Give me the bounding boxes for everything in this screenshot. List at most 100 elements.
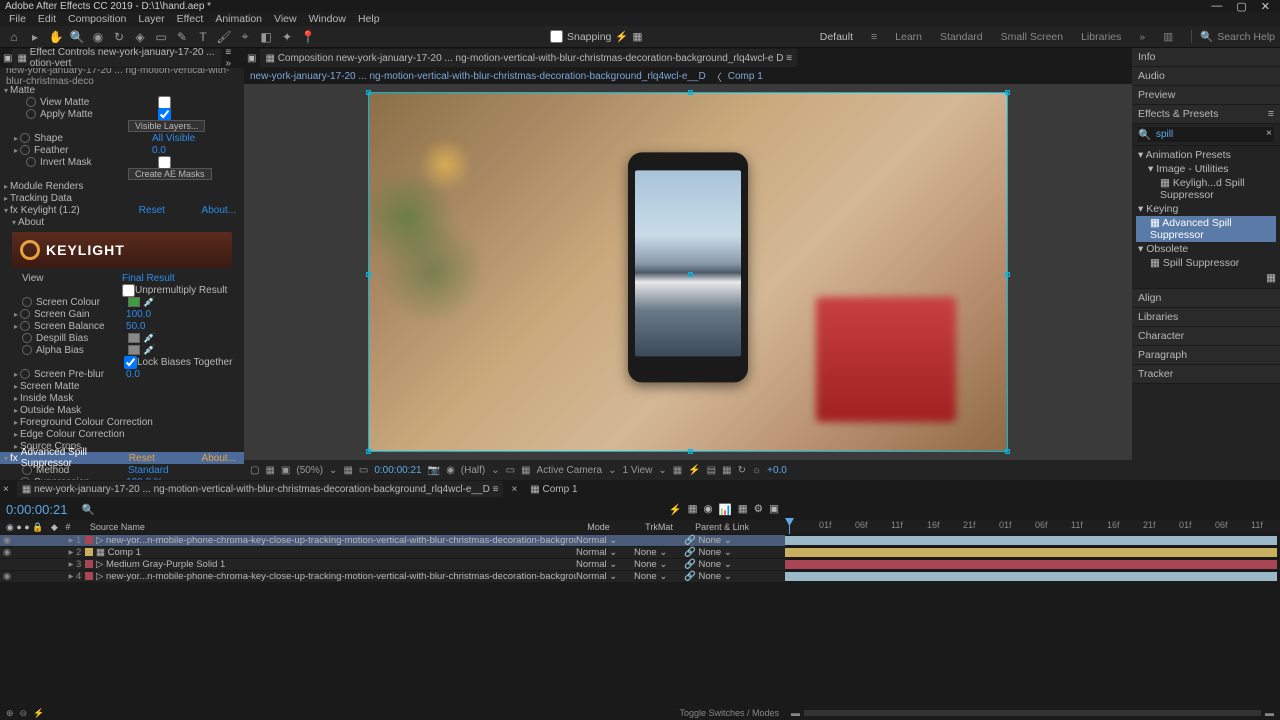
unpremultiply-checkbox[interactable] — [122, 284, 135, 297]
timeline-layer[interactable]: ▸ 3 ▷ Medium Gray-Purple Solid 1 Normal … — [0, 558, 1280, 570]
zoom-in-icon[interactable]: ⊕ — [6, 708, 14, 719]
res-chevron-icon[interactable]: ⌄ — [491, 465, 499, 476]
effects-presets-header[interactable]: Effects & Presets≡ — [1132, 105, 1280, 124]
layer-bar[interactable] — [785, 536, 1277, 545]
view-dropdown[interactable]: Final Result — [122, 273, 175, 284]
anchor-tool[interactable]: ◈ — [131, 28, 149, 46]
stopwatch-icon[interactable] — [20, 145, 30, 155]
shape-dropdown[interactable]: All Visible — [152, 133, 195, 144]
help-search[interactable]: 🔍 Search Help — [1191, 30, 1275, 43]
flowchart-icon[interactable]: ▣ — [247, 53, 256, 64]
tree-keying[interactable]: ▾ Keying — [1136, 202, 1276, 216]
menu-edit[interactable]: Edit — [32, 13, 62, 25]
blend-mode-dropdown[interactable]: Normal ⌄ — [576, 535, 634, 546]
source-name-column[interactable]: Source Name — [90, 522, 587, 532]
label-color[interactable] — [85, 548, 93, 556]
suppression-row[interactable]: Suppression100.0 % — [0, 476, 244, 480]
zoom-out-icon[interactable]: ⊖ — [20, 708, 28, 719]
clone-tool[interactable]: ⌖ — [236, 28, 254, 46]
menu-animation[interactable]: Animation — [209, 13, 268, 25]
eyedropper-icon[interactable]: 💉 — [143, 345, 155, 356]
audio-panel-header[interactable]: Audio — [1132, 67, 1280, 86]
frame-icon[interactable]: ▭ — [359, 465, 368, 476]
label-color[interactable] — [85, 536, 93, 544]
tree-spill-suppressor[interactable]: ▦ Spill Suppressor — [1136, 256, 1276, 270]
advanced-spill-suppressor-header[interactable]: fxAdvanced Spill SuppressorResetAbout... — [0, 452, 244, 464]
eraser-tool[interactable]: ◧ — [257, 28, 275, 46]
lock-biases-checkbox[interactable] — [124, 356, 137, 369]
suppression-value[interactable]: 100.0 % — [126, 477, 163, 481]
zoom-chevron-icon[interactable]: ⌄ — [329, 465, 337, 476]
eyedropper-icon[interactable]: 💉 — [143, 297, 155, 308]
about-group[interactable]: About — [0, 216, 244, 228]
workspace-menu-icon[interactable]: ≡ — [871, 31, 877, 43]
roi-icon[interactable]: ▭ — [506, 465, 515, 476]
shy-icon[interactable]: ⚡ — [668, 503, 681, 516]
menu-view[interactable]: View — [268, 13, 303, 25]
frame-blend-toggle-icon[interactable]: ⚡ — [33, 708, 44, 719]
transform-handle[interactable] — [366, 90, 371, 95]
workspace-libraries[interactable]: Libraries — [1081, 31, 1121, 43]
parent-dropdown[interactable]: 🔗 None ⌄ — [684, 535, 774, 546]
tree-image-utilities[interactable]: ▾ Image - Utilities — [1136, 162, 1276, 176]
show-snapshot-icon[interactable]: ◉ — [446, 465, 455, 476]
reset-exposure-icon[interactable]: ↻ — [738, 465, 746, 476]
layer-name[interactable]: ▦ Comp 1 — [96, 547, 576, 558]
camera-dropdown[interactable]: Active Camera — [537, 465, 603, 476]
ass-reset[interactable]: Reset — [129, 453, 155, 464]
snapping-toggle[interactable]: Snapping ⚡ ▦ — [550, 30, 642, 43]
layer-name[interactable]: ▷ new-yor...n-mobile-phone-chroma-key-cl… — [96, 535, 576, 546]
roto-tool[interactable]: ✦ — [278, 28, 296, 46]
create-ae-masks-button[interactable]: Create AE Masks — [128, 168, 212, 180]
tab-close-icon[interactable]: × — [511, 484, 517, 495]
transform-handle[interactable] — [1005, 272, 1010, 277]
screen-matte-group[interactable]: Screen Matte — [0, 380, 244, 392]
minimize-button[interactable]: — — [1211, 0, 1222, 13]
feather-row[interactable]: Feather0.0 — [0, 144, 244, 156]
effect-controls-tab[interactable]: ▦ Effect Controls new-york-january-17-20… — [12, 49, 221, 67]
inside-mask-group[interactable]: Inside Mask — [0, 392, 244, 404]
module-renders-group[interactable]: Module Renders — [0, 180, 244, 192]
crumb-1[interactable]: new-york-january-17-20 ... ng-motion-ver… — [250, 71, 706, 82]
blend-mode-dropdown[interactable]: Normal ⌄ — [576, 571, 634, 582]
transform-handle[interactable] — [1005, 449, 1010, 454]
render-queue-icon[interactable]: × — [3, 484, 9, 495]
menu-composition[interactable]: Composition — [62, 13, 132, 25]
parent-dropdown[interactable]: 🔗 None ⌄ — [684, 547, 774, 558]
viewer-timecode[interactable]: 0:00:00:21 — [374, 465, 421, 476]
edge-colour-correction-group[interactable]: Edge Colour Correction — [0, 428, 244, 440]
transform-handle[interactable] — [688, 449, 693, 454]
transform-handle[interactable] — [688, 90, 693, 95]
menu-effect[interactable]: Effect — [171, 13, 210, 25]
new-bin-icon[interactable]: ▦ — [1136, 270, 1276, 286]
menu-file[interactable]: File — [3, 13, 32, 25]
workspace-small-screen[interactable]: Small Screen — [1001, 31, 1063, 43]
layer-bar[interactable] — [785, 548, 1277, 557]
workspace-reset-icon[interactable]: ▥ — [1163, 31, 1173, 43]
timeline-timecode[interactable]: 0:00:00:21 — [6, 502, 67, 517]
motion-blur-icon[interactable]: ◉ — [703, 503, 712, 515]
shape-tool[interactable]: ▭ — [152, 28, 170, 46]
selection-tool[interactable]: ▸ — [26, 28, 44, 46]
align-panel-header[interactable]: Align — [1132, 289, 1280, 308]
ass-about[interactable]: About... — [202, 453, 236, 464]
label-color[interactable] — [85, 572, 93, 580]
preblur-value[interactable]: 0.0 — [126, 369, 140, 380]
apply-matte-checkbox[interactable] — [158, 108, 171, 121]
orbit-tool[interactable]: ◉ — [89, 28, 107, 46]
invert-mask-checkbox[interactable] — [158, 156, 171, 169]
method-dropdown[interactable]: Standard — [128, 465, 169, 476]
layer-bar[interactable] — [785, 572, 1277, 581]
switches-column-header[interactable]: ◉ ● ● 🔒 ◆ # — [0, 522, 90, 533]
snapshot-icon[interactable]: 📷 — [428, 465, 440, 476]
screen-colour-swatch[interactable] — [128, 297, 140, 307]
views-chevron-icon[interactable]: ⌄ — [658, 465, 666, 476]
close-button[interactable]: ✕ — [1261, 0, 1270, 13]
brainstorm-icon[interactable]: ⚙ — [754, 503, 763, 515]
puppet-tool[interactable]: 📍 — [299, 28, 317, 46]
workspace-overflow-icon[interactable]: » — [1139, 31, 1145, 43]
alpha-swatch[interactable] — [128, 345, 140, 355]
menu-layer[interactable]: Layer — [132, 13, 170, 25]
time-ruler[interactable]: 01f 06f 11f 16f 21f 01f 06f 11f 16f 21f … — [785, 520, 1280, 534]
stopwatch-icon[interactable] — [26, 109, 36, 119]
